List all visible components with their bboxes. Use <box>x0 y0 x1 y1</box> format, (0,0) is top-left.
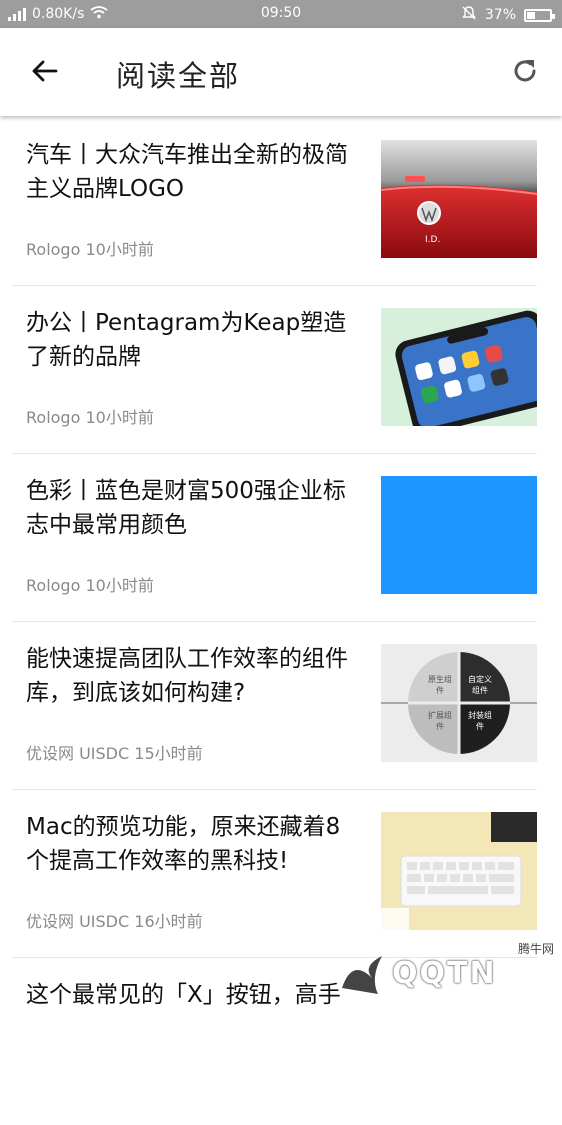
article-time: 15小时前 <box>134 744 203 763</box>
list-item[interactable]: 办公丨Pentagram为Keap塑造了新的品牌 Rologo 10小时前 <box>12 286 537 454</box>
back-arrow-icon[interactable] <box>28 54 62 88</box>
list-item[interactable]: 色彩丨蓝色是财富500强企业标志中最常用颜色 Rologo 10小时前 <box>12 454 537 622</box>
article-thumbnail: 原生组件 自定义组件 扩展组件 封装组件 <box>381 644 537 762</box>
page-title: 阅读全部 <box>116 59 241 93</box>
quadrant-label: 封装组件 <box>468 711 492 731</box>
status-right: 37% <box>461 5 555 25</box>
article-time: 16小时前 <box>134 912 203 931</box>
list-item[interactable]: 能快速提高团队工作效率的组件库，到底该如何构建? 优设网 UISDC 15小时前… <box>12 622 537 790</box>
bull-icon <box>342 956 382 994</box>
article-thumbnail <box>381 308 537 426</box>
quadrant-label: 自定义组件 <box>468 675 492 695</box>
article-time: 10小时前 <box>85 408 154 427</box>
article-thumbnail: I.D. <box>381 140 537 258</box>
article-meta: 优设网 UISDC 16小时前 <box>26 908 203 932</box>
battery-level <box>527 11 536 19</box>
article-title: 能快速提高团队工作效率的组件库，到底该如何构建? <box>26 646 348 706</box>
article-source: Rologo <box>26 408 81 427</box>
article-title: 色彩丨蓝色是财富500强企业标志中最常用颜色 <box>26 478 346 538</box>
battery-percent: 37% <box>484 7 516 23</box>
top-app-bar: 阅读全部 <box>0 28 562 116</box>
watermark-brand: QQTN <box>392 956 497 991</box>
article-thumbnail <box>381 476 537 594</box>
article-source: 优设网 UISDC <box>26 912 130 931</box>
article-title: 这个最常见的「X」按钮，高手 <box>26 982 341 1008</box>
article-time: 10小时前 <box>85 240 154 259</box>
status-bar: 0.80K/s 09:50 37% <box>0 0 562 28</box>
svg-text:I.D.: I.D. <box>425 235 440 245</box>
watermark-sub: 腾牛网 <box>517 942 554 956</box>
article-meta: Rologo 10小时前 <box>26 236 154 260</box>
article-meta: Rologo 10小时前 <box>26 572 154 596</box>
article-meta: Rologo 10小时前 <box>26 404 154 428</box>
list-item[interactable]: 汽车丨大众汽车推出全新的极简主义品牌LOGO Rologo 10小时前 I.D. <box>12 118 537 286</box>
article-title: Mac的预览功能，原来还藏着8个提高工作效率的黑科技! <box>26 814 341 874</box>
article-time: 10小时前 <box>85 576 154 595</box>
refresh-icon[interactable] <box>510 56 540 86</box>
mute-bell-icon <box>461 5 477 25</box>
battery-icon <box>524 8 555 22</box>
list-item[interactable]: Mac的预览功能，原来还藏着8个提高工作效率的黑科技! 优设网 UISDC 16… <box>12 790 537 958</box>
article-meta: 优设网 UISDC 15小时前 <box>26 740 203 764</box>
quadrant-label: 扩展组件 <box>428 711 452 731</box>
article-title: 汽车丨大众汽车推出全新的极简主义品牌LOGO <box>26 142 348 202</box>
article-source: 优设网 UISDC <box>26 744 130 763</box>
article-source: Rologo <box>26 576 81 595</box>
article-title: 办公丨Pentagram为Keap塑造了新的品牌 <box>26 310 347 370</box>
watermark-logo: QQTN 腾牛网 <box>332 938 562 1000</box>
article-source: Rologo <box>26 240 81 259</box>
article-thumbnail <box>381 812 537 930</box>
quadrant-label: 原生组件 <box>428 675 452 695</box>
